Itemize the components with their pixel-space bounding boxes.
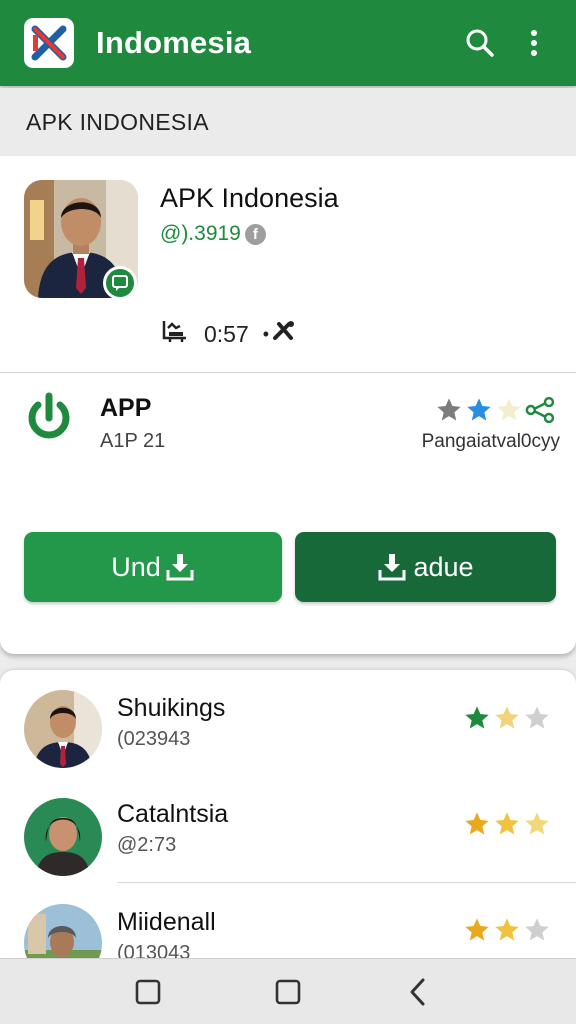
star-pale-icon [497,398,521,421]
list-item-name: Shuikings [117,694,226,722]
user-list: Shuikings (023943 Catalntsia @2:73 Miide… [0,670,576,970]
app-name: APP [100,394,152,422]
download-button-left[interactable]: Und [24,532,282,602]
list-item-sub: @2:73 [117,834,177,856]
list-item-name: Miidenall [117,908,216,936]
list-item-sub: (023943 [117,728,191,750]
star-icon [525,706,549,729]
chair-icon [160,318,190,350]
list-item-rating [462,810,552,838]
more-vert-icon[interactable] [514,23,554,63]
list-item[interactable]: Shuikings (023943 [0,670,576,776]
meta-bullet: • [262,323,270,344]
star-icon [495,706,519,729]
power-icon [24,392,74,444]
avatar [24,798,102,876]
app-title: Indomesia [96,25,252,60]
app-bar: Indomesia [0,0,576,86]
download-icon [377,552,407,582]
search-icon[interactable] [460,23,500,63]
star-icon [465,918,489,941]
download-button-left-label: Und [111,551,161,582]
star-icon [465,706,489,729]
profile-handle: @).3919 f [160,222,266,246]
chat-icon[interactable] [103,266,137,300]
star-icon [525,918,549,941]
star-icon [495,918,519,941]
profile-name: APK Indonesia [160,183,339,213]
star-icon [495,812,519,835]
list-item[interactable]: Miidenall (013043 [0,882,576,970]
recent-apps-icon[interactable] [128,973,168,1011]
download-icon [165,552,195,582]
star-icon [465,812,489,835]
list-item[interactable]: Catalntsia @2:73 [0,776,576,883]
card-divider [0,372,576,373]
profile-handle-text: @).3919 [160,222,241,245]
app-subtitle: A1P 21 [100,430,166,452]
profile-meta-row: 0:57 • [160,318,297,350]
tools-icon [271,318,297,350]
list-item-rating [462,916,552,944]
star-blue-icon [467,398,491,421]
list-item-name: Catalntsia [117,800,229,828]
star-icon [525,812,549,835]
avatar [24,690,102,768]
app-logo-icon[interactable] [24,18,74,68]
list-item-rating [462,704,552,732]
back-icon[interactable] [398,973,438,1011]
download-button-right-label: adue [413,551,474,582]
section-header: APK INDONESIA [0,88,576,156]
facebook-icon[interactable]: f [244,223,266,245]
app-detail-card: APK Indonesia @).3919 f 0:57 • APP A1P 2… [0,156,576,654]
home-icon[interactable] [268,973,308,1011]
rating-caption: Pangaiatval0cyy [421,431,560,452]
system-nav-bar [0,958,576,1024]
profile-time: 0:57 [204,320,249,347]
download-button-right[interactable]: adue [295,532,556,602]
app-rating [434,396,558,424]
share-icon [525,396,555,424]
star-gray-icon [437,398,461,421]
